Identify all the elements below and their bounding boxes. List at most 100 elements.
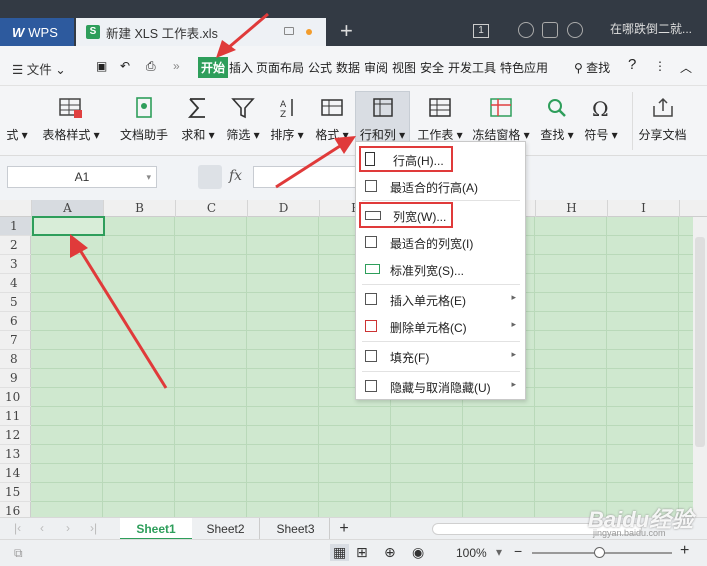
zoom-slider-knob[interactable] — [594, 547, 605, 558]
cell-style-button[interactable]: 式 ▾ — [0, 92, 34, 150]
file-menu[interactable]: ☰ 文件 ⌄ — [12, 59, 66, 78]
new-tab-icon[interactable]: + — [340, 20, 353, 42]
row-header[interactable]: 4 — [0, 274, 31, 293]
spreadsheet-grid[interactable]: A B C D E F G H I 1 2 3 4 5 6 7 8 9 10 1… — [0, 200, 707, 517]
row-header[interactable]: 10 — [0, 388, 31, 407]
chevron-down-icon: ▾ — [146, 172, 151, 182]
shirt-icon[interactable] — [542, 22, 558, 38]
find-button[interactable]: 查找 ▾ — [538, 92, 576, 150]
add-sheet-icon[interactable]: + — [334, 518, 354, 540]
collapse-ribbon-icon[interactable]: ︿ — [680, 59, 692, 76]
normal-view-icon[interactable]: ▦ — [330, 544, 350, 561]
tab-developer[interactable]: 开发工具 — [448, 59, 496, 76]
settings-icon[interactable] — [567, 22, 583, 38]
tab-start[interactable]: 开始 — [198, 57, 229, 78]
select-all-corner[interactable] — [0, 200, 32, 217]
table-style-button[interactable]: 表格样式 ▾ — [38, 92, 104, 150]
tab-view[interactable]: 视图 — [392, 59, 416, 76]
tab-review[interactable]: 审阅 — [364, 59, 388, 76]
print-icon[interactable]: ⎙ — [146, 59, 156, 74]
page-layout-view-icon[interactable]: ⊕ — [384, 544, 396, 561]
row-header[interactable]: 14 — [0, 464, 31, 483]
tab-data[interactable]: 数据 — [336, 59, 360, 76]
tab-formula[interactable]: 公式 — [308, 59, 332, 76]
format-button[interactable]: 格式 ▾ — [312, 92, 352, 150]
svg-text:A: A — [280, 100, 287, 110]
menu-item-insert-cells[interactable]: 插入单元格(E) ▸ — [356, 286, 525, 312]
zoom-in-icon[interactable]: + — [680, 542, 689, 560]
column-header[interactable]: H — [536, 200, 608, 217]
wps-home-tab[interactable]: W WPS — [0, 18, 74, 46]
first-sheet-icon[interactable]: |‹ — [14, 521, 21, 535]
row-header[interactable]: 13 — [0, 445, 31, 464]
menu-item-column-width[interactable]: 列宽(W)... — [359, 202, 453, 228]
zoom-slider[interactable] — [532, 547, 672, 558]
formula-input[interactable] — [253, 166, 363, 188]
column-header[interactable]: C — [176, 200, 248, 217]
menu-item-standard-width[interactable]: 标准列宽(S)... — [356, 256, 525, 282]
zoom-out-icon[interactable]: − — [514, 543, 522, 559]
sheet-tab-3[interactable]: Sheet3 — [262, 518, 330, 540]
name-box[interactable]: A1 ▾ — [7, 166, 157, 188]
last-sheet-icon[interactable]: ›| — [90, 521, 97, 535]
filter-button[interactable]: 筛选 ▾ — [224, 92, 262, 150]
column-header[interactable]: B — [104, 200, 176, 217]
row-header[interactable]: 16 — [0, 502, 31, 517]
monitor-icon[interactable] — [284, 27, 294, 35]
undo-icon[interactable]: ↶ — [120, 59, 130, 73]
sheet-tab-2[interactable]: Sheet2 — [192, 518, 260, 540]
sort-button[interactable]: AZ 排序 ▾ — [268, 92, 306, 150]
tab-security[interactable]: 安全 — [420, 59, 444, 76]
zoom-dropdown-icon[interactable]: ▾ — [496, 545, 502, 559]
menu-item-autofit-row[interactable]: 最适合的行高(A) — [356, 173, 525, 199]
row-header[interactable]: 6 — [0, 312, 31, 331]
doc-assistant-button[interactable]: 文档助手 — [116, 92, 172, 150]
fx-icon[interactable]: fx — [229, 168, 242, 184]
sheet-tab-1[interactable]: Sheet1 — [120, 518, 192, 540]
row-header[interactable]: 5 — [0, 293, 31, 312]
sum-button[interactable]: 求和 ▾ — [180, 92, 216, 150]
row-header[interactable]: 2 — [0, 236, 31, 255]
more-icon[interactable]: » — [173, 59, 180, 73]
more-options-icon[interactable]: ⋮ — [654, 59, 666, 73]
menu-item-delete-cells[interactable]: 删除单元格(C) ▸ — [356, 313, 525, 339]
vertical-scrollbar[interactable] — [693, 217, 707, 517]
user-name[interactable]: 在哪跌倒二就... — [610, 20, 692, 37]
menu-item-row-height[interactable]: 行高(H)... — [359, 146, 453, 172]
freeze-panes-icon — [490, 98, 512, 117]
row-header[interactable]: 7 — [0, 331, 31, 350]
symbol-button[interactable]: Ω 符号 ▾ — [582, 92, 620, 150]
row-header[interactable]: 9 — [0, 369, 31, 388]
row-header[interactable]: 15 — [0, 483, 31, 502]
selected-cell-a1[interactable] — [32, 216, 105, 236]
status-icon[interactable]: ⧉ — [14, 546, 23, 561]
column-header[interactable]: A — [32, 200, 104, 217]
zoom-lookup-icon[interactable] — [198, 165, 222, 189]
row-header[interactable]: 12 — [0, 426, 31, 445]
tab-page-layout[interactable]: 页面布局 — [256, 59, 304, 76]
column-header[interactable]: I — [608, 200, 680, 217]
help-button[interactable]: ? — [628, 56, 636, 73]
eye-protection-icon[interactable]: ◉ — [412, 544, 424, 561]
window-count-badge[interactable]: 1 — [473, 24, 489, 38]
next-sheet-icon[interactable]: › — [66, 521, 70, 535]
page-break-view-icon[interactable]: ⊞ — [356, 544, 368, 561]
zoom-level[interactable]: 100% — [456, 546, 487, 560]
share-doc-button[interactable]: 分享文档 — [632, 92, 692, 150]
tab-insert[interactable]: 插入 — [229, 59, 253, 76]
row-header[interactable]: 3 — [0, 255, 31, 274]
menu-item-autofit-column[interactable]: 最适合的列宽(I) — [356, 229, 525, 255]
scrollbar-thumb[interactable] — [695, 237, 705, 447]
menu-item-hide-unhide[interactable]: 隐藏与取消隐藏(U) ▸ — [356, 373, 525, 399]
row-header[interactable]: 11 — [0, 407, 31, 426]
row-header[interactable]: 8 — [0, 350, 31, 369]
column-header[interactable]: D — [248, 200, 320, 217]
search-button[interactable]: ⚲ 查找 — [574, 59, 610, 76]
prev-sheet-icon[interactable]: ‹ — [40, 521, 44, 535]
tab-special[interactable]: 特色应用 — [500, 59, 548, 76]
skin-icon[interactable] — [518, 22, 534, 38]
row-header[interactable]: 1 — [0, 217, 31, 236]
save-icon[interactable]: ▣ — [96, 59, 107, 73]
document-tab[interactable]: S 新建 XLS 工作表.xls — [76, 18, 326, 46]
menu-item-fill[interactable]: 填充(F) ▸ — [356, 343, 525, 369]
